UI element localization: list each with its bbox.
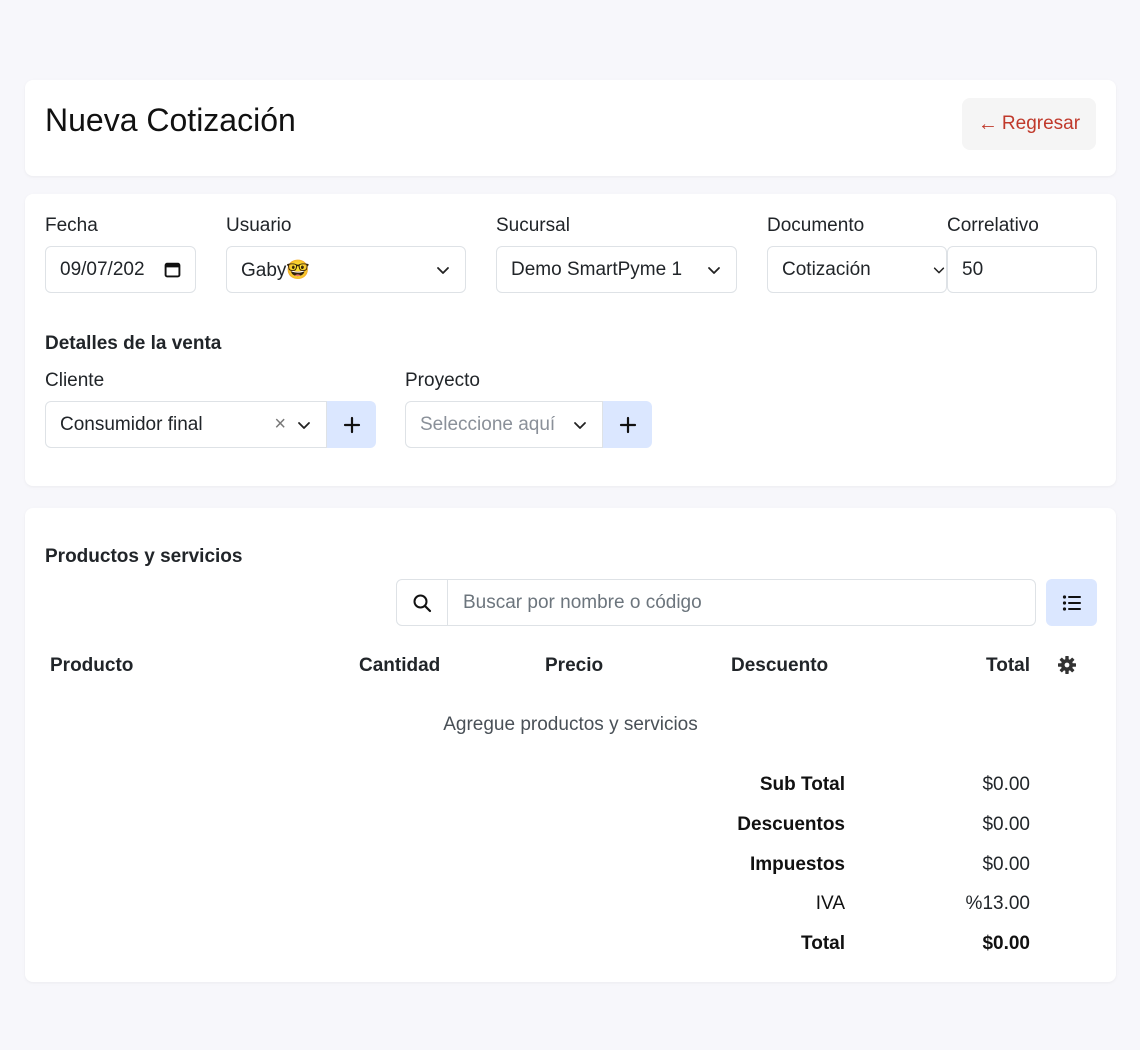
chevron-down-icon bbox=[437, 266, 449, 274]
back-button-label: Regresar bbox=[1001, 113, 1081, 134]
calendar-icon[interactable] bbox=[164, 261, 181, 278]
clear-icon[interactable]: × bbox=[274, 413, 286, 436]
list-icon bbox=[1062, 594, 1081, 611]
correlativo-value: 50 bbox=[962, 258, 984, 280]
products-section-title: Productos y servicios bbox=[45, 546, 243, 567]
cliente-value: Consumidor final bbox=[60, 413, 203, 435]
impuestos-value: $0.00 bbox=[982, 854, 1030, 875]
add-cliente-button[interactable] bbox=[327, 401, 376, 448]
total-value: $0.00 bbox=[982, 933, 1030, 954]
documento-select[interactable]: Cotización bbox=[767, 246, 947, 293]
back-button[interactable]: ← Regresar bbox=[962, 98, 1096, 150]
header-card: Nueva Cotización ← Regresar bbox=[25, 80, 1116, 176]
plus-icon bbox=[619, 416, 636, 433]
usuario-select[interactable]: Gaby🤓 bbox=[226, 246, 466, 293]
products-card: Productos y servicios Producto Cantidad … bbox=[25, 508, 1116, 982]
total-label: Total bbox=[801, 933, 845, 954]
cliente-select[interactable]: Consumidor final × bbox=[45, 401, 327, 448]
fecha-date-input[interactable]: 09/07/202 bbox=[45, 246, 196, 293]
subtotal-label: Sub Total bbox=[759, 774, 845, 795]
gear-icon[interactable] bbox=[1057, 655, 1077, 675]
column-header-precio: Precio bbox=[545, 655, 604, 676]
quote-form-card: Fecha 09/07/202 Usuario Gaby🤓 Sucursal D… bbox=[25, 194, 1116, 486]
cliente-label: Cliente bbox=[45, 370, 105, 391]
usuario-value: Gaby🤓 bbox=[241, 259, 311, 281]
correlativo-label: Correlativo bbox=[947, 215, 1039, 236]
sucursal-select[interactable]: Demo SmartPyme 1 bbox=[496, 246, 737, 293]
plus-icon bbox=[343, 416, 360, 433]
documento-value: Cotización bbox=[782, 258, 871, 280]
descuentos-value: $0.00 bbox=[982, 814, 1030, 835]
sucursal-label: Sucursal bbox=[496, 215, 570, 236]
proyecto-label: Proyecto bbox=[405, 370, 480, 391]
product-search bbox=[396, 579, 1036, 626]
impuestos-label: Impuestos bbox=[749, 854, 845, 875]
page-title: Nueva Cotización bbox=[45, 102, 296, 138]
search-icon bbox=[397, 580, 448, 625]
fecha-value: 09/07/202 bbox=[60, 258, 145, 280]
add-proyecto-button[interactable] bbox=[603, 401, 652, 448]
chevron-down-icon bbox=[933, 266, 945, 273]
descuentos-label: Descuentos bbox=[737, 814, 845, 835]
detalles-section-title: Detalles de la venta bbox=[45, 333, 222, 354]
empty-products-message: Agregue productos y servicios bbox=[443, 714, 698, 735]
chevron-down-icon bbox=[574, 421, 586, 429]
proyecto-select[interactable]: Seleccione aquí bbox=[405, 401, 603, 448]
sucursal-value: Demo SmartPyme 1 bbox=[511, 258, 683, 280]
documento-label: Documento bbox=[767, 215, 865, 236]
iva-label: IVA bbox=[815, 893, 845, 914]
column-header-descuento: Descuento bbox=[731, 655, 829, 676]
product-list-button[interactable] bbox=[1046, 579, 1097, 626]
iva-value: %13.00 bbox=[965, 893, 1030, 914]
usuario-label: Usuario bbox=[226, 215, 292, 236]
product-search-input[interactable] bbox=[448, 580, 1035, 625]
subtotal-value: $0.00 bbox=[982, 774, 1030, 795]
column-header-cantidad: Cantidad bbox=[359, 655, 441, 676]
proyecto-placeholder: Seleccione aquí bbox=[420, 413, 556, 435]
column-header-producto: Producto bbox=[50, 655, 134, 676]
arrow-left-icon: ← bbox=[977, 112, 998, 135]
correlativo-input[interactable]: 50 bbox=[947, 246, 1097, 293]
chevron-down-icon bbox=[708, 266, 720, 274]
fecha-label: Fecha bbox=[45, 215, 98, 236]
chevron-down-icon bbox=[298, 421, 310, 429]
column-header-total: Total bbox=[986, 655, 1030, 676]
